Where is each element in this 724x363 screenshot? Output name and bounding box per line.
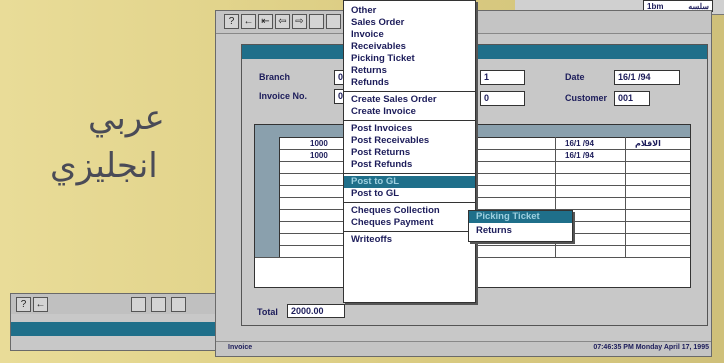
tool-button-small-2[interactable]	[151, 297, 166, 312]
date-field[interactable]: 16/1 /94	[614, 70, 680, 85]
row-header[interactable]	[255, 245, 280, 257]
status-datetime: 07:46:35 PM Monday April 17, 1995	[593, 344, 709, 351]
submenu: Picking Ticket Returns	[468, 210, 573, 242]
column-divider	[555, 161, 556, 173]
back-button[interactable]: ←	[241, 14, 256, 29]
column-divider	[625, 149, 626, 161]
menu-item-refunds[interactable]: Refunds	[344, 77, 475, 89]
field-4[interactable]: 0	[480, 91, 525, 106]
grid-cell-name-1[interactable]: الاقلام	[635, 138, 661, 150]
column-divider	[555, 173, 556, 185]
menu-item-sales-order[interactable]: Sales Order	[344, 17, 475, 29]
menu-item-create-sales-order[interactable]: Create Sales Order	[344, 94, 475, 106]
back-button-small[interactable]: ←	[33, 297, 48, 312]
menu-item-post-receivables[interactable]: Post Receivables	[344, 135, 475, 147]
branch-label: Branch	[259, 72, 291, 82]
submenu-item-2[interactable]: Returns	[469, 225, 572, 237]
menu-item-returns[interactable]: Returns	[344, 65, 475, 77]
menu-item-picking-ticket[interactable]: Picking Ticket	[344, 53, 475, 65]
invoice-number-label: Invoice No.	[259, 91, 308, 101]
column-divider	[625, 245, 626, 257]
menu-separator	[344, 173, 475, 174]
column-divider	[625, 221, 626, 233]
next-record-button[interactable]: ⇨	[292, 14, 307, 29]
menu-item-invoice[interactable]: Invoice	[344, 29, 475, 41]
total-field: 2000.00	[287, 304, 345, 318]
column-divider	[625, 173, 626, 185]
menu-item-receivables[interactable]: Receivables	[344, 41, 475, 53]
arabic-label-2: انجليزي	[50, 146, 158, 186]
row-header[interactable]	[255, 221, 280, 233]
grid-cell-date-2[interactable]: 16/1 /94	[565, 150, 594, 162]
column-divider	[555, 137, 556, 149]
grid-cell-amount-2[interactable]: 1000	[310, 150, 328, 162]
menu-separator	[344, 120, 475, 121]
last-record-button[interactable]	[309, 14, 324, 29]
menu-separator	[344, 202, 475, 203]
column-divider	[625, 161, 626, 173]
menu-item-post-returns[interactable]: Post Returns	[344, 147, 475, 159]
menu-item-cheques-collection[interactable]: Cheques Collection	[344, 205, 475, 217]
column-divider	[625, 185, 626, 197]
row-header[interactable]	[255, 197, 280, 209]
secondary-titlebar	[11, 322, 216, 336]
menu-item-cheques-payment[interactable]: Cheques Payment	[344, 217, 475, 229]
help-button[interactable]: ?	[224, 14, 239, 29]
row-header[interactable]	[255, 173, 280, 185]
secondary-window: ? ←	[10, 293, 217, 351]
arabic-label-1: عربي	[88, 98, 165, 138]
column-divider	[555, 197, 556, 209]
tool-button-small-1[interactable]	[131, 297, 146, 312]
menu-item-post-to-gl[interactable]: Post to GL	[344, 188, 475, 200]
grid-cell-date-1[interactable]: 16/1 /94	[565, 138, 594, 150]
customer-label: Customer	[565, 93, 608, 103]
column-divider	[555, 149, 556, 161]
field-3[interactable]: 1	[480, 70, 525, 85]
column-divider	[625, 233, 626, 245]
previous-record-button[interactable]: ⇦	[275, 14, 290, 29]
row-header[interactable]	[255, 137, 280, 149]
secondary-toolbar: ? ←	[11, 294, 216, 314]
menu-separator	[344, 231, 475, 232]
total-label: Total	[257, 307, 278, 317]
row-header[interactable]	[255, 185, 280, 197]
tool-button[interactable]	[326, 14, 341, 29]
column-divider	[625, 209, 626, 221]
row-header[interactable]	[255, 233, 280, 245]
row-header[interactable]	[255, 149, 280, 161]
first-record-button[interactable]: ⇤	[258, 14, 273, 29]
menu-item-post-to-gl[interactable]: Post to GL	[344, 176, 475, 188]
dropdown-menu: Other Sales Order Invoice Receivables Pickin…	[343, 0, 476, 303]
tool-button-small-3[interactable]	[171, 297, 186, 312]
column-divider	[625, 197, 626, 209]
column-divider	[555, 245, 556, 257]
grid-cell-amount-1[interactable]: 1000	[310, 138, 328, 150]
date-label: Date	[565, 72, 585, 82]
status-left: Invoice	[228, 344, 253, 351]
help-button-small[interactable]: ?	[16, 297, 31, 312]
column-divider	[555, 185, 556, 197]
menu-item-post-invoices[interactable]: Post Invoices	[344, 123, 475, 135]
menu-item-writeoffs[interactable]: Writeoffs	[344, 234, 475, 246]
menu-separator	[344, 91, 475, 92]
menu-item-create-invoice[interactable]: Create Invoice	[344, 106, 475, 118]
menu-item-post-refunds[interactable]: Post Refunds	[344, 159, 475, 171]
status-bar: Invoice 07:46:35 PM Monday April 17, 199…	[216, 341, 711, 356]
customer-field[interactable]: 001	[614, 91, 650, 106]
submenu-item-1[interactable]: Picking Ticket	[469, 211, 572, 223]
column-divider	[625, 137, 626, 149]
row-header[interactable]	[255, 161, 280, 173]
menu-item-other[interactable]: Other	[344, 5, 475, 17]
row-header[interactable]	[255, 209, 280, 221]
